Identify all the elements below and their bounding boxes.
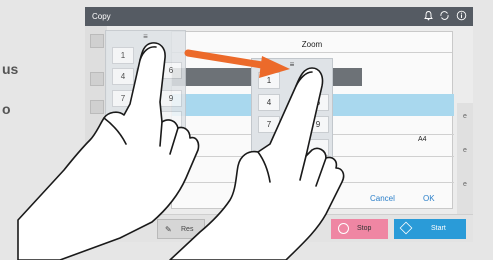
key[interactable]: 6 [136, 68, 158, 85]
app-title: Copy [92, 12, 111, 21]
stop-label: Stop [357, 225, 372, 232]
key[interactable]: 1 [112, 47, 134, 64]
reset-label: Res [181, 226, 194, 233]
key[interactable]: 6 [160, 62, 182, 79]
right-col-item[interactable]: e [457, 181, 473, 205]
stop-icon [338, 223, 349, 234]
stop-button[interactable]: Stop [331, 219, 388, 239]
key[interactable]: 1 [258, 72, 280, 89]
key[interactable]: 7 [258, 116, 280, 133]
side-text-line1: us [2, 61, 19, 77]
numeric-keypad-moved[interactable]: ≡ 1 4 6 7 9 . [251, 58, 333, 176]
right-col-item[interactable]: e [457, 147, 473, 171]
start-button[interactable]: Start [394, 219, 466, 239]
menu-lines-icon: ≡ [289, 60, 295, 69]
key[interactable]: 6 [307, 94, 329, 111]
start-label: Start [431, 225, 446, 232]
start-icon [399, 221, 413, 235]
key[interactable]: 4 [112, 68, 134, 85]
home-icon [101, 221, 111, 231]
paper-size-label: A4 [418, 136, 427, 143]
right-col-item[interactable]: e [457, 113, 473, 137]
left-function-column [85, 26, 107, 186]
info-icon[interactable] [455, 10, 468, 23]
dialog-divider [172, 52, 452, 53]
key[interactable]: 4 [258, 94, 280, 111]
key[interactable]: 9 [307, 116, 329, 133]
right-function-column: e e e e [457, 103, 473, 223]
duplex-icon[interactable] [90, 100, 104, 114]
row-divider [172, 182, 454, 183]
paper-icon[interactable] [90, 72, 104, 86]
bottom-bar: ✎ Res Stop Start [85, 214, 473, 242]
color-mode-icon[interactable] [90, 34, 104, 48]
ok-button[interactable]: OK [423, 194, 435, 203]
side-text-line2: o [2, 101, 11, 117]
numeric-keypad-original[interactable]: ≡ 1 6 4 6 7 9 . [105, 30, 186, 153]
title-bar: Copy [85, 7, 473, 26]
menu-lines-icon: ≡ [143, 32, 148, 41]
bell-icon[interactable] [422, 10, 435, 23]
key[interactable]: . [307, 139, 329, 156]
key[interactable]: 9 [160, 90, 182, 107]
home-button[interactable] [92, 219, 120, 239]
pencil-icon: ✎ [165, 225, 172, 234]
reset-button[interactable]: ✎ Res [157, 219, 205, 239]
key[interactable]: . [160, 111, 182, 128]
dialog-title: Zoom [301, 40, 323, 49]
sync-icon[interactable] [438, 10, 451, 23]
key[interactable]: 7 [112, 90, 134, 107]
device-screen: Copy e e e e Zoom A4 Cancel OK ≡ 1 [85, 7, 473, 242]
cancel-button[interactable]: Cancel [370, 194, 395, 203]
